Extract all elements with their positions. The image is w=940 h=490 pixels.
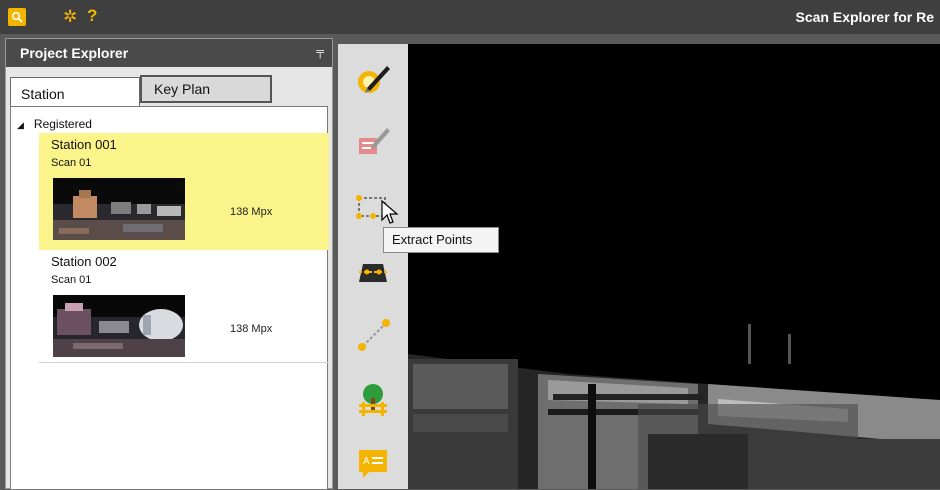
station-item-002[interactable]: Station 002 Scan 01 138 Mpx xyxy=(39,250,329,367)
project-explorer-panel: Project Explorer ╤ Station Key Plan ◢ Reg… xyxy=(5,38,333,490)
tab-station-label: Station xyxy=(21,86,65,102)
tree-fence-icon[interactable] xyxy=(353,380,393,418)
measure-icon[interactable] xyxy=(353,316,393,354)
svg-text:A: A xyxy=(363,456,370,467)
station-item-001[interactable]: Station 001 Scan 01 138 Mpx xyxy=(39,133,329,250)
app-title: Scan Explorer for Re xyxy=(795,9,935,25)
edit-scan-icon[interactable] xyxy=(353,60,393,98)
tab-key-plan[interactable]: Key Plan xyxy=(140,75,272,103)
scan-size: 138 Mpx xyxy=(230,206,273,218)
station-name: Station 001 xyxy=(51,137,117,152)
tab-key-plan-label: Key Plan xyxy=(154,81,211,97)
tool-toolbar: A xyxy=(338,44,408,489)
mouse-cursor-icon xyxy=(381,199,399,231)
scan-viewport[interactable] xyxy=(408,44,940,489)
list-divider xyxy=(39,362,329,363)
tab-station[interactable]: Station xyxy=(10,77,140,107)
tree-node-registered[interactable]: ◢ Registered xyxy=(17,117,92,131)
scan-name: Scan 01 xyxy=(51,157,92,169)
search-logo-icon[interactable] xyxy=(8,8,26,26)
annotation-icon[interactable]: A xyxy=(353,444,393,482)
slice-icon[interactable] xyxy=(353,252,393,290)
scan-size: 138 Mpx xyxy=(230,323,273,335)
help-icon[interactable]: ? xyxy=(87,6,97,26)
pin-icon[interactable]: ╤ xyxy=(316,46,324,58)
scan-thumbnail[interactable] xyxy=(53,295,185,357)
tooltip-extract-points: Extract Points xyxy=(383,227,499,253)
gear-icon[interactable]: ✲ xyxy=(63,7,77,27)
title-bar: ✲ ? Scan Explorer for Re xyxy=(0,0,940,34)
panel-header: Project Explorer ╤ xyxy=(6,39,332,67)
station-tree: ◢ Registered Station 001 Scan 01 138 Mpx… xyxy=(10,106,329,490)
markup-icon[interactable] xyxy=(353,124,393,162)
tree-node-label: Registered xyxy=(33,117,92,131)
station-name: Station 002 xyxy=(51,254,117,269)
scan-thumbnail[interactable] xyxy=(53,178,185,240)
scan-name: Scan 01 xyxy=(51,274,92,286)
collapse-triangle-icon[interactable]: ◢ xyxy=(17,120,24,130)
panel-title: Project Explorer xyxy=(20,45,129,61)
